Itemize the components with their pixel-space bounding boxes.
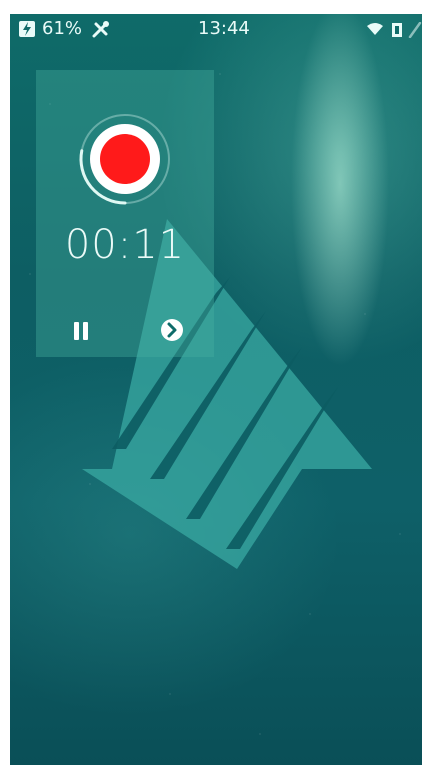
next-icon[interactable] (160, 318, 184, 342)
extra-status-icon (408, 22, 422, 38)
battery-charging-icon (19, 21, 35, 37)
voice-recorder-card: 00:11 (36, 70, 214, 357)
battery-percentage: 61% (42, 18, 83, 39)
recording-timer: 00:11 (64, 222, 186, 268)
sim-card-icon (392, 23, 402, 37)
tools-icon (92, 21, 109, 38)
record-icon (100, 134, 150, 184)
record-button[interactable] (90, 124, 160, 194)
phone-screen: 61% 13:44 00:11 (10, 14, 422, 765)
clock: 13:44 (198, 18, 250, 39)
status-bar: 61% 13:44 (10, 14, 422, 44)
pause-icon[interactable] (70, 320, 92, 342)
wifi-icon (367, 23, 383, 35)
